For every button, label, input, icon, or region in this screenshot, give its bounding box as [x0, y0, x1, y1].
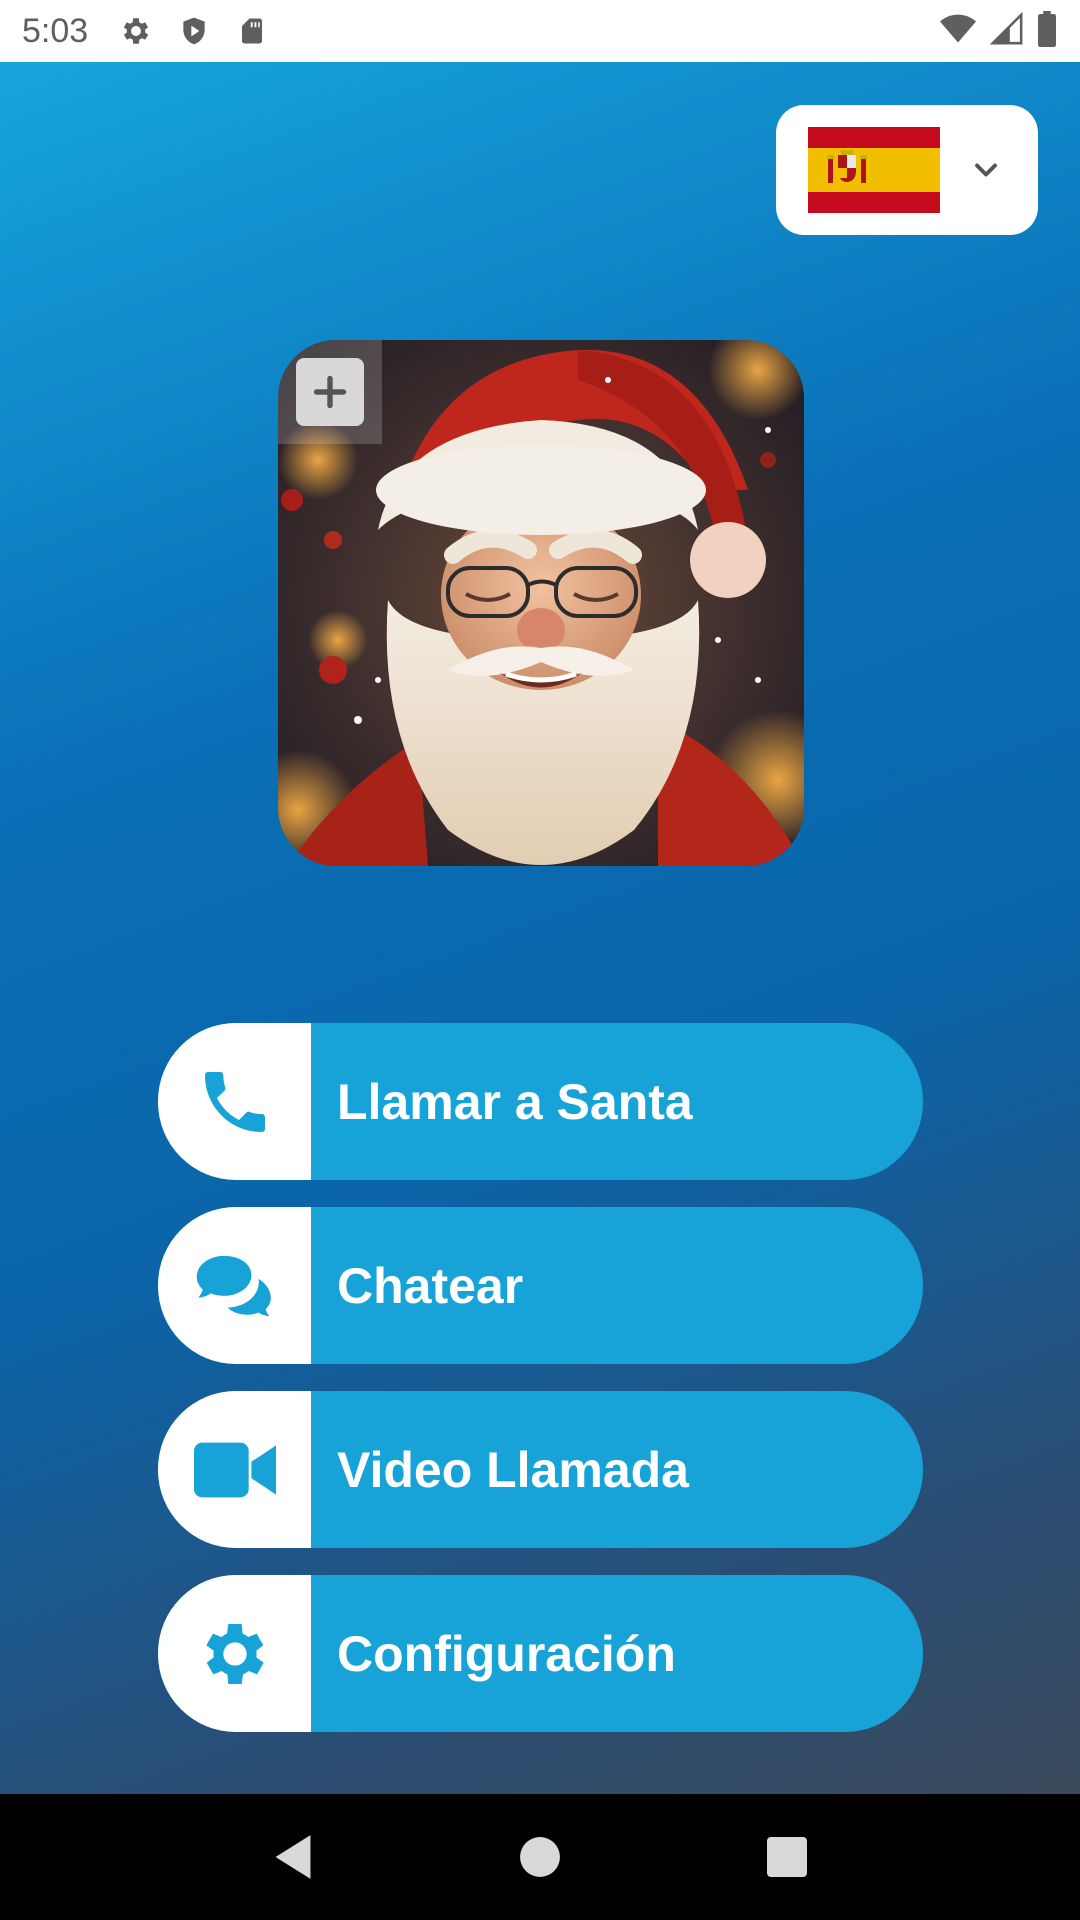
- status-time: 5:03: [22, 11, 89, 50]
- sd-card-icon: [234, 13, 270, 49]
- call-santa-button[interactable]: Llamar a Santa: [158, 1023, 923, 1180]
- wifi-icon: [938, 11, 978, 52]
- video-icon-cell: [158, 1391, 311, 1548]
- battery-icon: [1036, 10, 1058, 52]
- phone-icon: [204, 1071, 265, 1132]
- gear-icon: [205, 1623, 264, 1684]
- chevron-down-icon: [975, 163, 997, 177]
- main-screen: Llamar a Santa Chatear Video Llamada Con…: [0, 62, 1080, 1794]
- recents-icon: [766, 1837, 807, 1877]
- home-icon: [520, 1837, 560, 1877]
- shield-play-icon: [176, 13, 212, 49]
- chat-icon-cell: [158, 1207, 311, 1364]
- video-call-label: Video Llamada: [337, 1441, 689, 1498]
- santa-avatar[interactable]: [278, 340, 804, 866]
- video-call-button[interactable]: Video Llamada: [158, 1391, 923, 1548]
- recents-button[interactable]: [757, 1827, 817, 1887]
- status-bar: 5:03: [0, 0, 1080, 62]
- settings-icon: [118, 13, 154, 49]
- settings-label: Configuración: [337, 1625, 676, 1682]
- back-button[interactable]: [263, 1827, 323, 1887]
- signal-icon: [989, 11, 1024, 52]
- spain-flag: [808, 127, 940, 213]
- chat-button[interactable]: Chatear: [158, 1207, 923, 1364]
- chat-bubbles-icon: [196, 1255, 271, 1316]
- call-icon-cell: [158, 1023, 311, 1180]
- chat-label: Chatear: [337, 1257, 524, 1314]
- settings-icon-cell: [158, 1575, 311, 1732]
- settings-button[interactable]: Configuración: [158, 1575, 923, 1732]
- call-santa-label: Llamar a Santa: [337, 1073, 693, 1130]
- back-icon: [275, 1835, 311, 1879]
- plus-icon: [313, 375, 347, 409]
- coat-of-arms-icon: [827, 150, 867, 183]
- video-camera-icon: [193, 1442, 276, 1497]
- home-button[interactable]: [510, 1827, 570, 1887]
- language-selector[interactable]: [776, 105, 1038, 235]
- navigation-bar: [0, 1794, 1080, 1920]
- add-photo-button[interactable]: [278, 340, 382, 444]
